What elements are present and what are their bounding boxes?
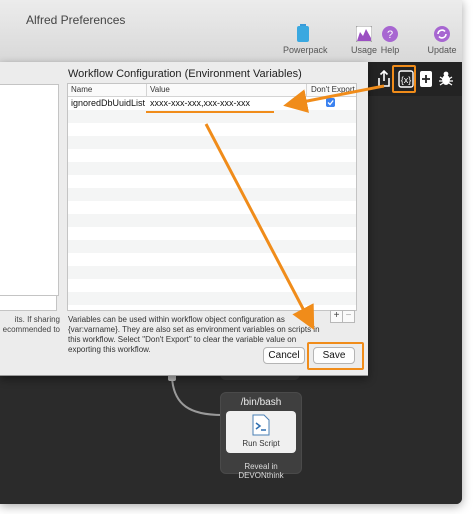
alfred-preferences-window: Alfred Preferences Powerpack Usage ? Hel…: [0, 0, 462, 504]
annotation-arrows: [204, 84, 385, 330]
